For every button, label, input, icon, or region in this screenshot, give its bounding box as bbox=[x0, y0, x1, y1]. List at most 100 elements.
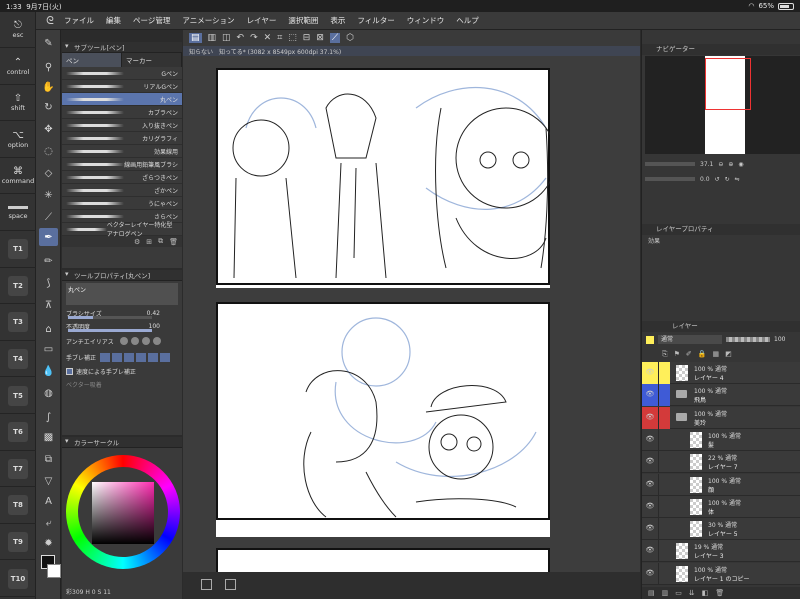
key-t10[interactable]: T10 bbox=[0, 561, 36, 597]
blend-mode-select[interactable]: 通常 bbox=[658, 335, 722, 344]
hand-icon[interactable]: ✋ bbox=[39, 78, 58, 96]
key-option[interactable]: ⌥ option bbox=[0, 122, 36, 158]
layer-lock-column[interactable] bbox=[658, 518, 670, 541]
menu-view[interactable]: 表示 bbox=[330, 15, 345, 26]
navigator-zoom-row[interactable]: 37.1 ⊖ ⊕ ◉ bbox=[645, 158, 798, 170]
open-icon[interactable]: ▥ bbox=[208, 33, 217, 43]
lock-icon[interactable]: 🔒 bbox=[698, 350, 707, 358]
clip-icon[interactable]: ⎘ bbox=[662, 350, 668, 359]
key-t9[interactable]: T9 bbox=[0, 524, 36, 561]
eyedropper-icon[interactable]: ⟋ bbox=[39, 208, 58, 226]
pen-pressure-icon[interactable]: ⟋ bbox=[329, 33, 341, 43]
text-icon[interactable]: A bbox=[39, 492, 58, 510]
menu-animation[interactable]: アニメーション bbox=[182, 15, 234, 26]
visibility-eye-icon[interactable]: 👁 bbox=[645, 502, 655, 510]
rotate-icon[interactable]: ↻ bbox=[39, 98, 58, 116]
layer-lock-column[interactable] bbox=[658, 428, 670, 451]
save-icon[interactable]: ◫ bbox=[222, 33, 231, 43]
fill-icon[interactable]: ◍ bbox=[39, 384, 58, 402]
clear-icon[interactable]: ✕ bbox=[264, 33, 272, 43]
draft-icon[interactable]: ✐ bbox=[686, 350, 692, 358]
sparkle-icon[interactable]: ✳ bbox=[39, 186, 58, 204]
menu-layer[interactable]: レイヤー bbox=[247, 15, 277, 26]
layer-row[interactable]: 👁 100 % 通常 レイヤー 1 のコピー bbox=[642, 562, 800, 585]
layer-row[interactable]: 👁 100 % 通常体 bbox=[642, 495, 800, 518]
stabilization-row[interactable]: 手ブレ補正 bbox=[62, 349, 182, 365]
saturation-value-square[interactable] bbox=[92, 482, 154, 544]
key-t1[interactable]: T1 bbox=[0, 232, 36, 268]
pencil-icon[interactable]: ✏ bbox=[39, 252, 58, 270]
layer-opacity-slider[interactable] bbox=[726, 337, 770, 342]
blend-icon[interactable]: 💧 bbox=[39, 362, 58, 380]
vector-row[interactable]: ベクター吸着 bbox=[62, 378, 182, 391]
key-t4[interactable]: T4 bbox=[0, 341, 36, 378]
ruler-icon[interactable]: ✹ bbox=[39, 534, 58, 552]
layer-color-chip[interactable] bbox=[646, 335, 654, 344]
redo-icon[interactable]: ↷ bbox=[250, 33, 258, 43]
manga-page-2[interactable] bbox=[216, 302, 550, 537]
brush-item[interactable]: ベクターレイヤー特化型アナログペン bbox=[62, 222, 182, 238]
layer-fill-icon[interactable]: ⧉ bbox=[39, 450, 58, 468]
visibility-eye-icon[interactable]: 👁 bbox=[645, 457, 655, 465]
layer-mask-icon[interactable]: ◧ bbox=[702, 589, 709, 597]
add-icon[interactable]: ⊞ bbox=[146, 238, 152, 246]
eraser-select-icon[interactable]: ◇ bbox=[39, 164, 58, 182]
layer-row[interactable]: 👁 30 % 通常 レイヤー 5 bbox=[642, 518, 800, 541]
fit-icon[interactable]: ◉ bbox=[738, 161, 743, 168]
layer-lock-column[interactable] bbox=[658, 540, 670, 563]
brush-item[interactable]: うにゃペン bbox=[62, 197, 182, 210]
navigator-view[interactable] bbox=[645, 56, 800, 154]
layer-lock-column[interactable] bbox=[658, 562, 670, 585]
curve-icon[interactable]: ∫ bbox=[39, 408, 58, 426]
brush-item[interactable]: ざかペン bbox=[62, 184, 182, 197]
zoom-out-icon[interactable]: ⊖ bbox=[718, 161, 723, 168]
key-t6[interactable]: T6 bbox=[0, 415, 36, 451]
manga-page-1[interactable] bbox=[216, 68, 550, 288]
snap-icon[interactable]: ⊟ bbox=[303, 33, 311, 43]
brush-item[interactable]: 効果線用 bbox=[62, 145, 182, 158]
rotate-right-icon[interactable]: ↻ bbox=[725, 176, 730, 183]
grid-icon[interactable] bbox=[225, 579, 236, 590]
new-folder-icon[interactable]: ▭ bbox=[675, 589, 682, 597]
menu-help[interactable]: ヘルプ bbox=[456, 15, 479, 26]
reference-layer-icon[interactable]: ⚑ bbox=[674, 350, 680, 358]
ruler-snap-icon[interactable]: ⊠ bbox=[316, 33, 324, 43]
new-raster-layer-icon[interactable]: ▤ bbox=[648, 589, 655, 597]
visibility-eye-icon[interactable]: 👁 bbox=[645, 413, 655, 421]
tab-marker[interactable]: マーカー bbox=[122, 53, 182, 67]
gradient-icon[interactable]: ▩ bbox=[39, 428, 58, 446]
menu-filter[interactable]: フィルター bbox=[357, 15, 394, 26]
visibility-eye-icon[interactable]: 👁 bbox=[645, 390, 655, 398]
layer-lock-column[interactable] bbox=[658, 451, 670, 474]
tab-pen[interactable]: ペン bbox=[62, 53, 122, 67]
key-t7[interactable]: T7 bbox=[0, 451, 36, 488]
zoom-slider[interactable] bbox=[645, 162, 695, 166]
key-t5[interactable]: T5 bbox=[0, 378, 36, 414]
document-tab[interactable]: 知らない 知ってる* (3082 x 8549px 600dpi 37.1%) bbox=[183, 46, 640, 56]
page-list-icon[interactable] bbox=[201, 579, 212, 590]
menu-page[interactable]: ページ管理 bbox=[133, 15, 170, 26]
crop-icon[interactable]: ⌗ bbox=[277, 33, 282, 43]
transform-icon[interactable]: ⬚ bbox=[288, 33, 297, 43]
pen-icon[interactable]: ✒ bbox=[39, 228, 58, 246]
settings-icon[interactable]: ⚙ bbox=[134, 238, 140, 246]
new-icon[interactable]: ▤ bbox=[189, 33, 202, 43]
visibility-eye-icon[interactable]: 👁 bbox=[645, 368, 655, 376]
brush-icon[interactable]: ⟆ bbox=[39, 274, 58, 292]
layer-lock-column[interactable] bbox=[658, 406, 670, 429]
brush-item[interactable]: ざらつきペン bbox=[62, 171, 182, 184]
antialias-options[interactable] bbox=[119, 337, 161, 345]
frame-icon[interactable]: ▽ bbox=[39, 472, 58, 490]
speed-stab-row[interactable]: 速度による手ブレ補正 bbox=[62, 365, 182, 378]
key-t3[interactable]: T3 bbox=[0, 305, 36, 341]
menu-selection[interactable]: 選択範囲 bbox=[288, 15, 318, 26]
new-vector-layer-icon[interactable]: ▥ bbox=[662, 589, 669, 597]
copy-icon[interactable]: ⧉ bbox=[158, 237, 163, 246]
navigator-rotate-row[interactable]: 0.0 ↺ ↻ ⇋ bbox=[645, 173, 798, 185]
trash-icon[interactable]: 🗑 bbox=[169, 238, 178, 246]
layer-row[interactable]: 👁 100 % 通常顔 bbox=[642, 473, 800, 496]
airbrush-icon[interactable]: ⊼ bbox=[39, 296, 58, 314]
opacity-row[interactable]: 不透明度 100 bbox=[62, 320, 182, 333]
layer-row[interactable]: 👁 100 % 通常髪 bbox=[642, 428, 800, 451]
visibility-eye-icon[interactable]: 👁 bbox=[645, 524, 655, 532]
